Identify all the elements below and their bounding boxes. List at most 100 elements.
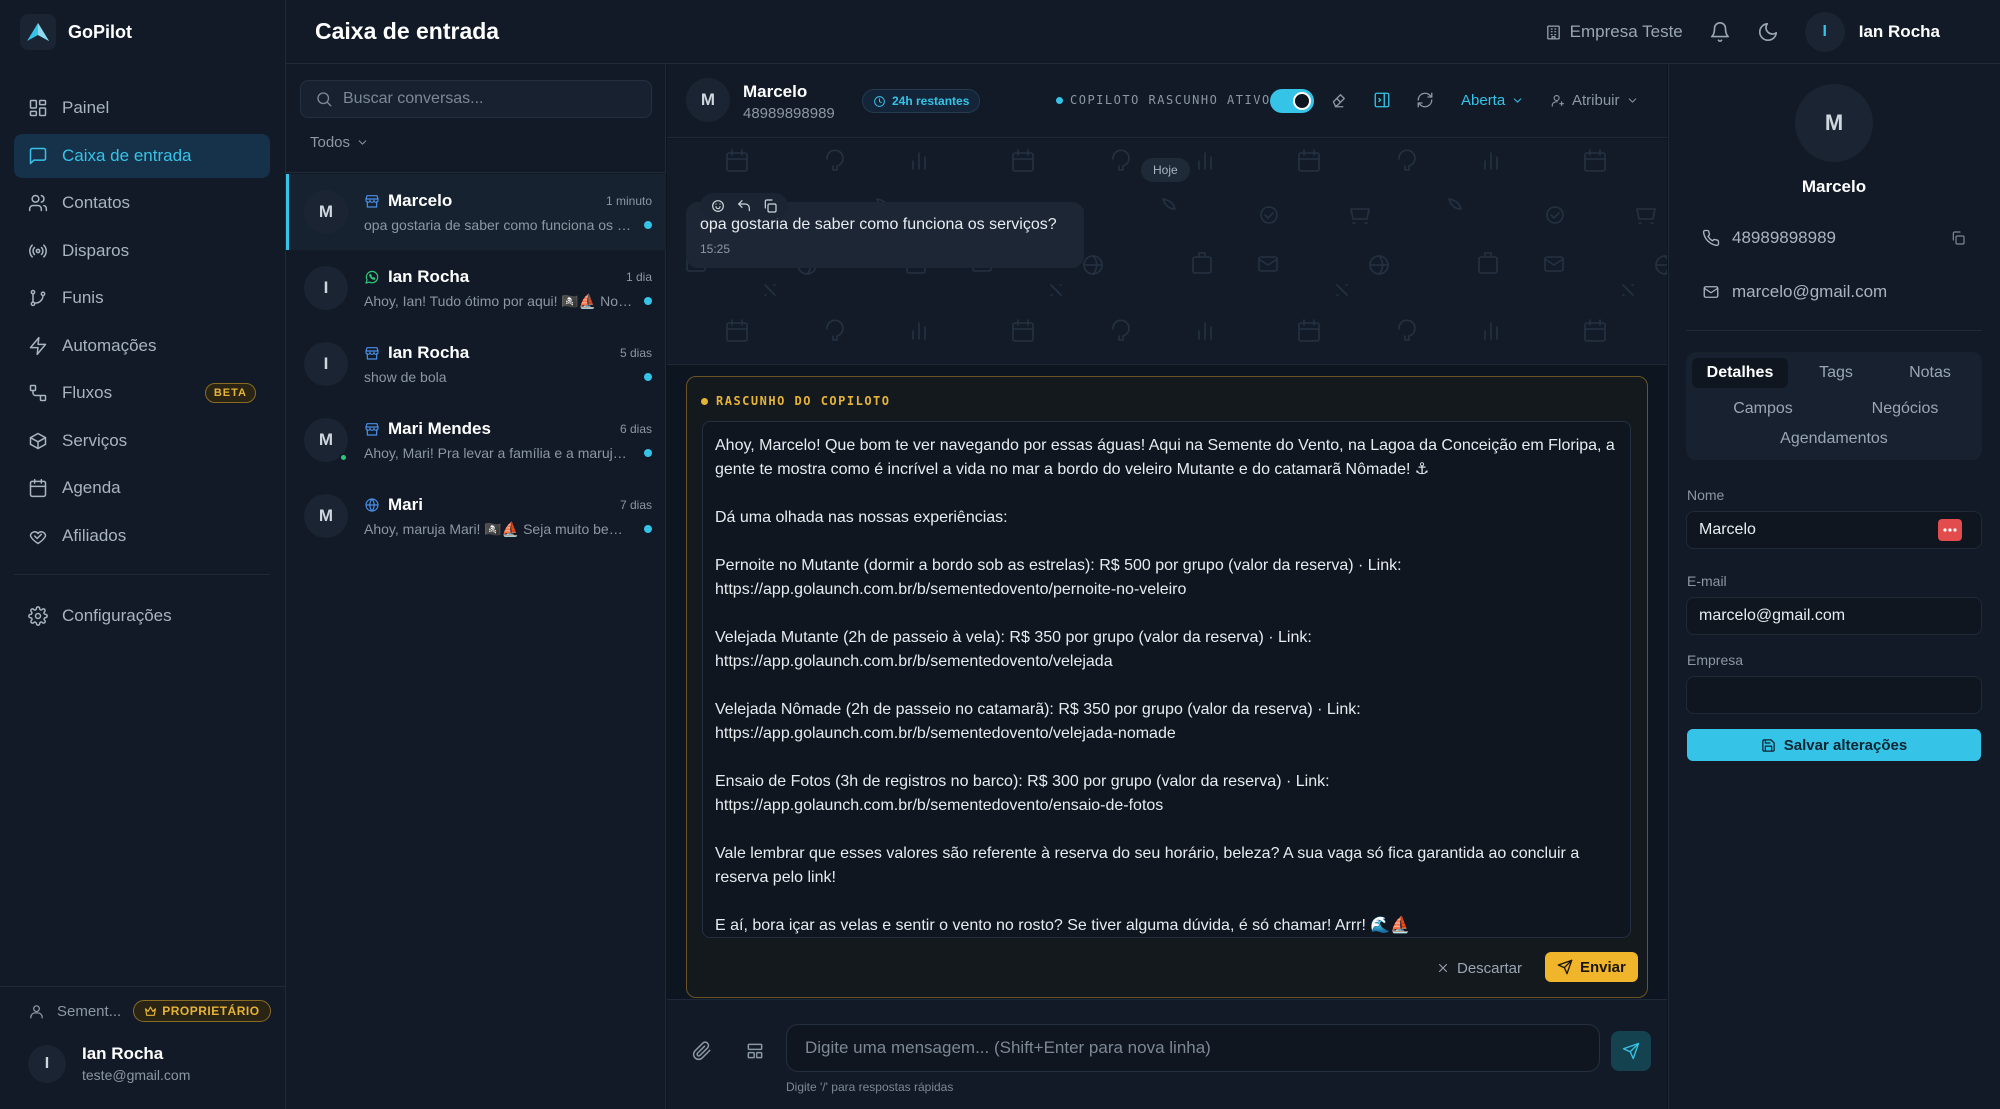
conversation-time: 7 dias: [619, 497, 652, 512]
conversation-preview: Ahoy, maruja Mari! 🏴‍☠️⛵ Seja muito bem-…: [364, 520, 634, 537]
unread-dot: [644, 221, 652, 229]
sidebar-item-configuracoes[interactable]: Configurações: [14, 594, 270, 638]
chat-contact-phone: 48989898989: [743, 105, 835, 122]
send-draft-button[interactable]: Enviar: [1545, 952, 1638, 982]
composer-hint: Digite '/' para respostas rápidas: [786, 1080, 954, 1094]
search-box[interactable]: Buscar conversas...: [300, 80, 652, 118]
more-horizontal-icon[interactable]: [1938, 519, 1962, 541]
conversation-preview: Ahoy, Mari! Pra levar a família e a maru…: [364, 445, 634, 461]
current-user[interactable]: I Ian Rocha teste@gmail.com: [28, 1044, 190, 1083]
workspace-name: Sement...: [57, 1002, 122, 1020]
conversation-name: Mari: [388, 494, 423, 514]
template-icon[interactable]: [745, 1041, 765, 1061]
conversation-name: Mari Mendes: [388, 419, 491, 438]
react-icon[interactable]: [710, 198, 726, 214]
panel-toggle-icon[interactable]: [1373, 91, 1391, 109]
workspace-switcher[interactable]: Sement... PROPRIETÁRIO: [28, 1000, 271, 1022]
save-changes-button[interactable]: Salvar alterações: [1687, 729, 1981, 761]
sidebar-nav: Painel Caixa de entrada Contatos Disparo…: [14, 86, 270, 561]
user-plus-icon: [1551, 93, 1566, 108]
contact-name: Marcelo: [1801, 177, 1867, 196]
workflow-icon: [28, 383, 48, 403]
sidebar-item-automacoes[interactable]: Automações: [14, 324, 270, 368]
phone-icon: [1702, 229, 1720, 247]
conversation-divider: [286, 172, 666, 173]
tab-negocios[interactable]: Negócios: [1834, 394, 1976, 424]
store-icon: [364, 193, 380, 209]
message-input[interactable]: [786, 1024, 1600, 1072]
sidebar-item-painel[interactable]: Painel: [14, 86, 270, 130]
search-icon: [315, 90, 333, 108]
eraser-icon[interactable]: [1330, 91, 1348, 109]
sidebar-item-label: Fluxos: [62, 383, 113, 402]
sidebar-item-funis[interactable]: Funis: [14, 276, 270, 320]
message-time: 15:25: [700, 242, 731, 256]
refresh-icon[interactable]: [1416, 91, 1434, 109]
filter-label: Todos: [310, 134, 351, 151]
paperclip-icon[interactable]: [692, 1041, 712, 1061]
owner-badge: PROPRIETÁRIO: [133, 1000, 271, 1022]
copilot-toggle[interactable]: [1270, 89, 1314, 113]
conversation-filter[interactable]: Todos: [310, 134, 369, 151]
moon-icon[interactable]: [1757, 21, 1779, 43]
brand[interactable]: GoPilot: [20, 14, 132, 50]
close-icon: [1436, 961, 1450, 975]
copilot-status: COPILOTO RASCUNHO ATIVO: [1056, 93, 1271, 107]
nav-divider: [14, 574, 270, 575]
draft-textarea[interactable]: Ahoy, Marcelo! Que bom te ver navegando …: [702, 421, 1631, 938]
company-label: Empresa: [1687, 652, 1744, 668]
avatar-initial: M: [318, 430, 334, 449]
sidebar-item-caixa-de-entrada[interactable]: Caixa de entrada: [14, 133, 270, 178]
sidebar-item-afiliados[interactable]: Afiliados: [14, 514, 270, 558]
tab-notas[interactable]: Notas: [1884, 358, 1976, 388]
sidebar-item-disparos[interactable]: Disparos: [14, 229, 270, 273]
status-dropdown[interactable]: Aberta: [1461, 92, 1524, 109]
bell-icon[interactable]: [1709, 21, 1731, 43]
contact-phone: 48989898989: [1732, 228, 1837, 247]
status-dot: [1056, 96, 1063, 104]
gear-icon: [28, 606, 48, 626]
mail-icon: [1702, 283, 1720, 301]
status-dot: [701, 397, 708, 405]
search-input[interactable]: Buscar conversas...: [343, 90, 484, 108]
user-menu[interactable]: I Ian Rocha: [1804, 12, 1940, 52]
send-message-button[interactable]: [1611, 1031, 1651, 1071]
company-switcher[interactable]: Empresa Teste: [1545, 22, 1683, 42]
avatar-initial: M: [318, 202, 334, 221]
avatar: I: [304, 342, 348, 386]
gopilot-logo-icon: [20, 14, 56, 50]
company-field[interactable]: [1686, 676, 1982, 714]
copy-icon[interactable]: [762, 198, 778, 214]
copy-icon[interactable]: [1950, 230, 1966, 246]
sidebar-item-label: Contatos: [62, 193, 131, 212]
sidebar-item-label: Painel: [62, 98, 110, 117]
conversation-item[interactable]: M Mari 7 dias Ahoy, maruja Mari! 🏴‍☠️⛵ S…: [286, 478, 666, 554]
discard-button[interactable]: Descartar: [1436, 954, 1522, 982]
avatar: I: [304, 266, 348, 310]
send-label: Enviar: [1580, 958, 1626, 976]
sidebar-item-fluxos[interactable]: Fluxos BETA: [14, 371, 270, 415]
tab-agendamentos[interactable]: Agendamentos: [1692, 424, 1976, 454]
window-remaining-badge: 24h restantes: [862, 89, 981, 113]
conversation-item[interactable]: I Ian Rocha 1 dia Ahoy, Ian! Tudo ótimo …: [286, 250, 666, 326]
sidebar-item-agenda[interactable]: Agenda: [14, 466, 270, 510]
assign-label: Atribuir: [1572, 92, 1620, 109]
conversation-item[interactable]: M Marcelo 1 minuto opa gostaria de saber…: [286, 174, 666, 250]
tab-campos[interactable]: Campos: [1692, 394, 1834, 424]
sidebar-item-contatos[interactable]: Contatos: [14, 181, 270, 225]
conversation-item[interactable]: I Ian Rocha 5 dias show de bola: [286, 326, 666, 402]
reply-icon[interactable]: [736, 198, 752, 214]
chevron-down-icon: [356, 136, 369, 149]
whatsapp-icon: [364, 269, 380, 285]
tab-tags[interactable]: Tags: [1788, 358, 1884, 388]
page-title: Caixa de entrada: [315, 18, 500, 44]
tab-detalhes[interactable]: Detalhes: [1692, 358, 1788, 388]
conversation-item[interactable]: M Mari Mendes 6 dias Ahoy, Mari! Pra lev…: [286, 402, 666, 478]
assign-dropdown[interactable]: Atribuir: [1551, 92, 1639, 109]
message-actions: [700, 193, 788, 219]
email-field[interactable]: [1686, 597, 1982, 635]
copilot-draft-header: RASCUNHO DO COPILOTO: [701, 394, 891, 408]
company-name: Empresa Teste: [1569, 22, 1683, 41]
chat-contact-name: Marcelo: [743, 82, 808, 101]
sidebar-item-servicos[interactable]: Serviços: [14, 419, 270, 463]
